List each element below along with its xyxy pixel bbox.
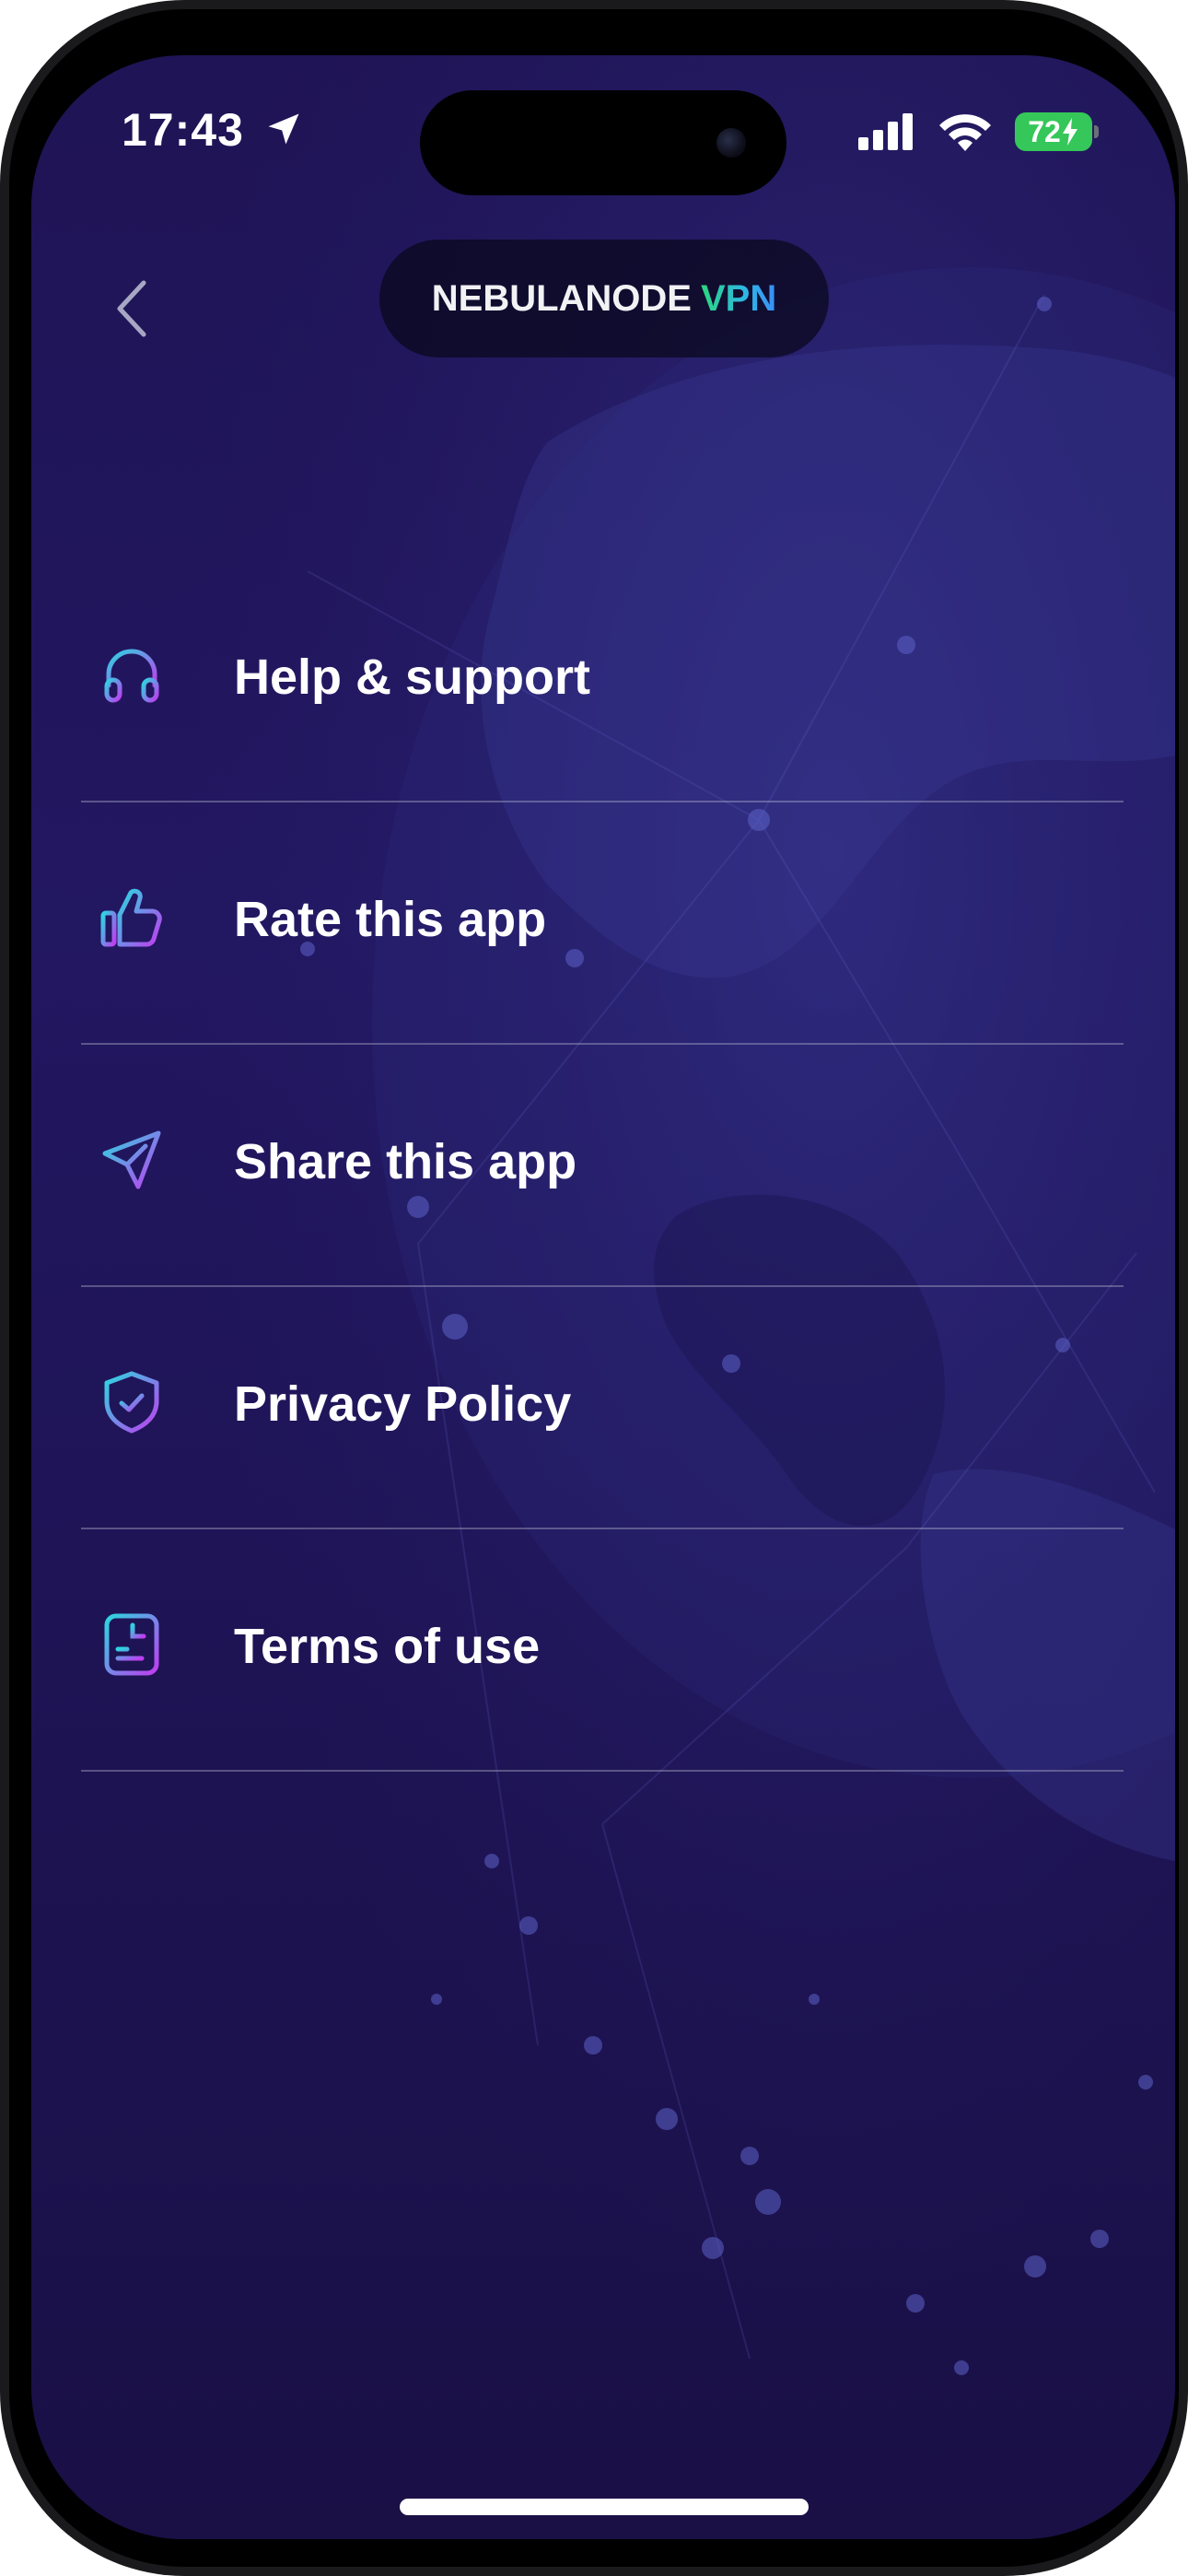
menu-item-share-app[interactable]: Share this app xyxy=(81,1045,1124,1287)
home-indicator[interactable] xyxy=(400,2499,809,2515)
shield-check-icon xyxy=(104,1371,159,1434)
wifi-icon xyxy=(939,114,991,151)
headphones-icon xyxy=(104,649,159,703)
menu-item-label: Rate this app xyxy=(234,892,547,947)
brand-suffix: VPN xyxy=(700,277,777,319)
settings-menu: Help & support Rate this app Share this … xyxy=(81,560,1124,1772)
status-time-text: 17:43 xyxy=(122,104,244,156)
dynamic-island xyxy=(420,90,786,195)
menu-item-label: Terms of use xyxy=(234,1619,541,1674)
menu-item-label: Privacy Policy xyxy=(234,1376,572,1432)
app-screen: 17:43 72 NEBULANODE VPN Help & support R… xyxy=(31,55,1175,2539)
document-icon xyxy=(104,1613,159,1676)
chevron-left-icon xyxy=(117,280,146,337)
cellular-signal-icon xyxy=(858,113,913,150)
battery-charging-icon: 72 xyxy=(1015,112,1099,151)
menu-item-privacy-policy[interactable]: Privacy Policy xyxy=(81,1287,1124,1529)
location-arrow-icon xyxy=(268,113,299,145)
thumbs-up-icon xyxy=(100,888,162,947)
charging-bolt-icon xyxy=(1062,118,1077,146)
menu-item-label: Share this app xyxy=(234,1134,577,1189)
status-time: 17:43 xyxy=(122,103,304,157)
brand-name: NEBULANODE xyxy=(431,277,692,319)
menu-item-help-support[interactable]: Help & support xyxy=(81,560,1124,802)
back-button[interactable] xyxy=(96,267,169,350)
menu-item-rate-app[interactable]: Rate this app xyxy=(81,802,1124,1045)
menu-item-label: Help & support xyxy=(234,650,590,705)
paper-plane-icon xyxy=(102,1130,161,1189)
phone-bezel: 17:43 72 NEBULANODE VPN Help & support R… xyxy=(9,9,1179,2567)
battery-tip xyxy=(1094,125,1099,138)
status-indicators: 72 xyxy=(858,112,1099,151)
front-camera xyxy=(716,128,746,158)
brand-logo: NEBULANODE VPN xyxy=(379,240,829,357)
menu-item-terms-of-use[interactable]: Terms of use xyxy=(81,1529,1124,1772)
battery-level: 72 xyxy=(1028,114,1061,148)
phone-frame: 17:43 72 NEBULANODE VPN Help & support R… xyxy=(0,0,1188,2576)
